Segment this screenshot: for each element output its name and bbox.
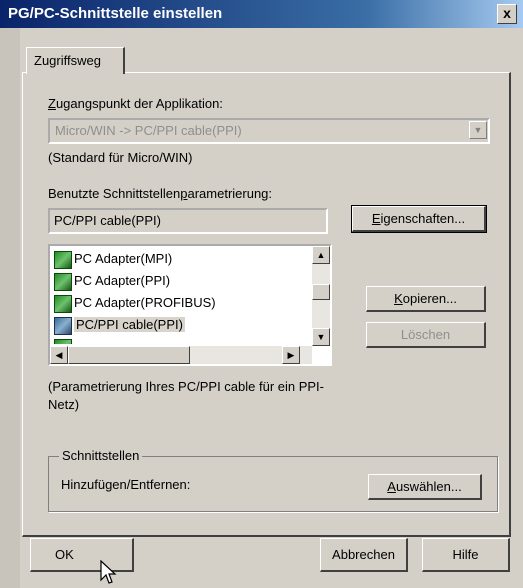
add-remove-label: Hinzufügen/Entfernen: xyxy=(61,477,191,492)
vertical-scroll-thumb[interactable] xyxy=(312,284,330,300)
scroll-down-icon[interactable]: ▼ xyxy=(312,328,330,346)
tab-zugriffsweg[interactable]: Zugriffsweg xyxy=(26,47,125,74)
vertical-scrollbar[interactable]: ▲ ▼ xyxy=(312,246,330,346)
scroll-right-icon[interactable]: ▶ xyxy=(282,346,300,364)
delete-button: Löschen xyxy=(366,322,486,348)
parameter-value: PC/PPI cable(PPI) xyxy=(54,213,161,228)
cancel-button[interactable]: Abbrechen xyxy=(320,538,408,572)
horizontal-scrollbar[interactable]: ◀ ▶ xyxy=(50,346,312,364)
parameter-label: Benutzte Schnittstellenparametrierung: xyxy=(48,186,273,201)
list-item-selected[interactable]: PC/PPI cable(PPI) xyxy=(52,314,312,336)
title-bar: PG/PC-Schnittstelle einstellen x xyxy=(0,0,523,28)
ok-button[interactable]: OK xyxy=(30,538,134,572)
close-button[interactable]: x xyxy=(497,4,517,24)
list-item-partial xyxy=(52,336,312,344)
properties-button[interactable]: Eigenschaften... xyxy=(351,205,487,233)
access-point-label: Zugangspunkt der Applikation: xyxy=(48,96,223,111)
access-point-value: Micro/WIN -> PC/PPI cable(PPI) xyxy=(55,123,242,138)
access-point-select[interactable]: Micro/WIN -> PC/PPI cable(PPI) ▼ xyxy=(48,118,490,144)
adapter-icon xyxy=(54,273,72,291)
tab-label: Zugriffsweg xyxy=(34,53,101,68)
list-item[interactable]: PC Adapter(PROFIBUS) xyxy=(52,292,312,314)
adapter-icon xyxy=(54,295,72,313)
adapter-icon xyxy=(54,251,72,269)
horizontal-scroll-thumb[interactable] xyxy=(68,346,190,364)
parameter-field: PC/PPI cable(PPI) xyxy=(48,208,328,234)
select-button[interactable]: Auswählen... xyxy=(368,474,482,500)
group-legend: Schnittstellen xyxy=(59,448,143,463)
description-text: (Parametrierung Ihres PC/PPI cable für e… xyxy=(48,379,325,412)
scroll-left-icon[interactable]: ◀ xyxy=(50,346,68,364)
access-point-hint: (Standard für Micro/WIN) xyxy=(48,150,193,165)
window-title: PG/PC-Schnittstelle einstellen xyxy=(8,5,223,22)
list-item[interactable]: PC Adapter(PPI) xyxy=(52,270,312,292)
cable-icon xyxy=(54,317,72,335)
chevron-down-icon[interactable]: ▼ xyxy=(469,121,487,139)
interface-list[interactable]: PC Adapter(MPI) PC Adapter(PPI) PC Adapt… xyxy=(48,244,332,366)
mouse-cursor-icon xyxy=(100,560,117,584)
adapter-icon xyxy=(54,339,72,344)
list-item[interactable]: PC Adapter(MPI) xyxy=(52,248,312,270)
help-button[interactable]: Hilfe xyxy=(422,538,510,572)
scroll-up-icon[interactable]: ▲ xyxy=(312,246,330,264)
copy-button[interactable]: Kopieren... xyxy=(366,286,486,312)
background-window-edge xyxy=(0,28,20,588)
